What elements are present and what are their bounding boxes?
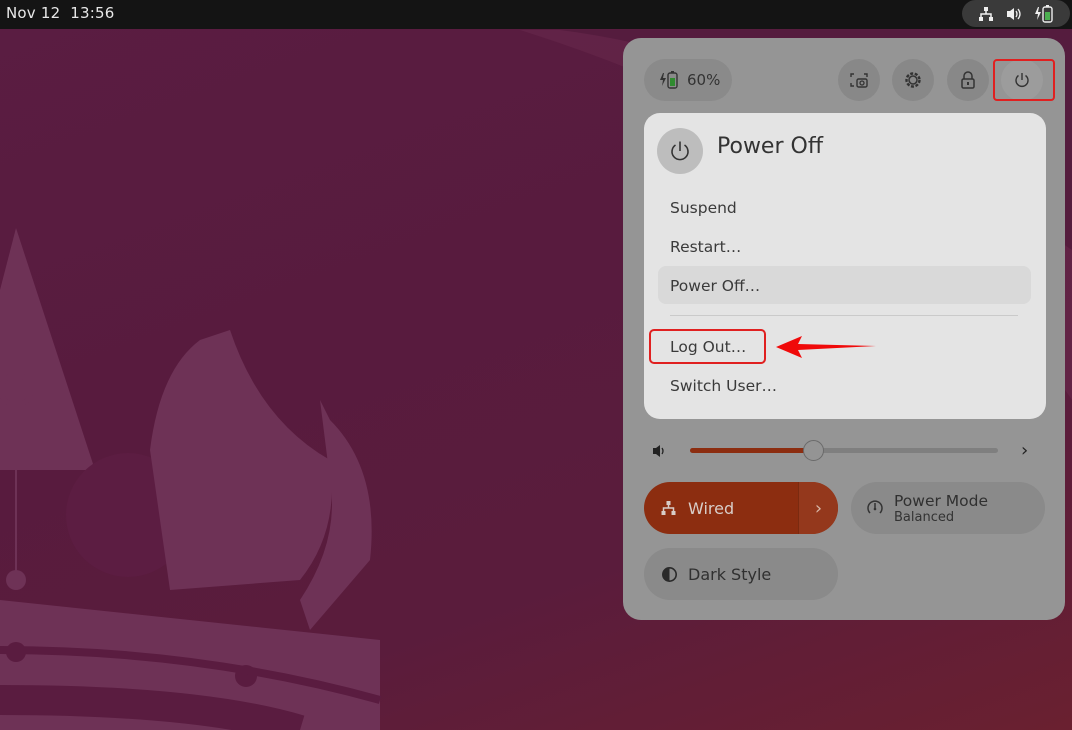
volume-icon[interactable] <box>651 443 669 459</box>
time-label: 13:56 <box>70 4 115 22</box>
dark-style-label: Dark Style <box>688 564 772 584</box>
menu-item-suspend[interactable]: Suspend <box>658 188 1031 226</box>
log-out-annotation-box <box>649 329 766 364</box>
system-tray[interactable] <box>962 0 1070 27</box>
power-mode-gauge-icon <box>867 500 883 514</box>
volume-slider[interactable] <box>690 440 998 461</box>
wired-menu-button[interactable]: › <box>798 482 838 534</box>
screenshot-button[interactable] <box>838 59 880 101</box>
power-mode-toggle[interactable]: Power Mode Balanced <box>851 482 1045 534</box>
clock[interactable]: Nov 12 13:56 <box>6 4 115 22</box>
menu-item-label: Switch User… <box>670 377 778 395</box>
power-mode-label: Power Mode <box>894 491 989 510</box>
power-off-menu: Power Off Suspend Restart… Power Off… Lo… <box>644 113 1046 419</box>
menu-item-label: Restart… <box>670 238 742 256</box>
audio-output-chevron-icon[interactable]: › <box>1021 440 1028 461</box>
lock-icon <box>961 71 975 89</box>
annotation-arrow-icon <box>776 336 876 358</box>
menu-item-label: Suspend <box>670 199 737 217</box>
network-wired-icon <box>661 501 676 515</box>
volume-slider-fill <box>690 448 814 453</box>
dark-style-icon <box>662 566 677 582</box>
lock-button[interactable] <box>947 59 989 101</box>
power-mode-value: Balanced <box>894 509 955 525</box>
power-menu-title: Power Off <box>717 134 823 159</box>
settings-button[interactable] <box>892 59 934 101</box>
battery-indicator[interactable]: 60% <box>644 59 732 101</box>
menu-item-label: Power Off… <box>670 277 761 295</box>
volume-icon <box>1006 7 1021 20</box>
battery-charging-icon <box>1035 4 1054 23</box>
battery-charging-icon <box>660 71 678 89</box>
date-label: Nov 12 <box>6 4 61 22</box>
wired-toggle[interactable]: Wired › <box>644 482 838 534</box>
gear-icon <box>905 72 921 88</box>
battery-percent: 60% <box>687 71 721 89</box>
menu-item-switch-user[interactable]: Switch User… <box>658 366 1031 404</box>
menu-item-power-off[interactable]: Power Off… <box>658 266 1031 304</box>
power-menu-header-icon <box>657 128 703 174</box>
power-icon <box>671 141 689 161</box>
network-wired-icon <box>978 6 993 21</box>
wired-label: Wired <box>688 498 735 518</box>
top-bar: Nov 12 13:56 <box>0 0 1072 29</box>
dark-style-toggle[interactable]: Dark Style <box>644 548 838 600</box>
power-button-annotation-box <box>993 59 1055 101</box>
menu-separator <box>670 315 1018 316</box>
screenshot-icon <box>850 73 868 88</box>
menu-item-restart[interactable]: Restart… <box>658 227 1031 265</box>
